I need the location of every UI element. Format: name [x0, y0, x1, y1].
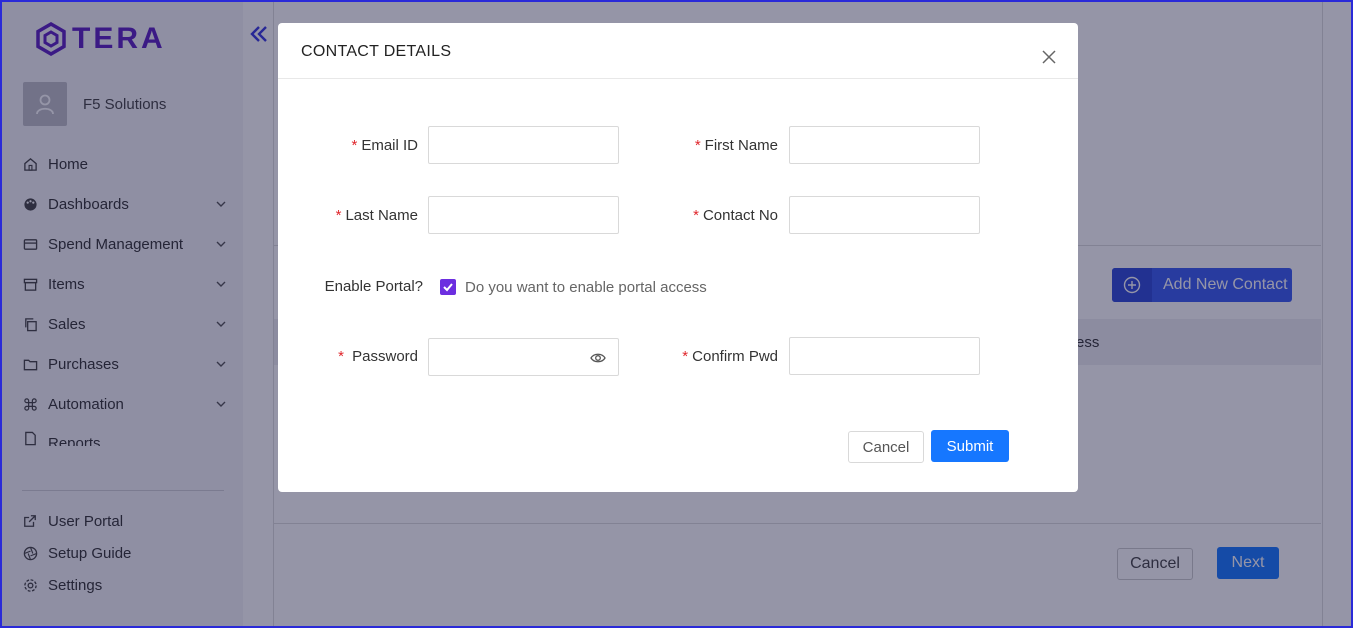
- email-id-label: * Email ID: [318, 137, 418, 154]
- required-marker: *: [682, 348, 689, 365]
- first-name-label-text: First Name: [704, 137, 778, 154]
- last-name-label: * Last Name: [318, 207, 418, 224]
- password-label: * Password: [318, 348, 418, 365]
- first-name-label: * First Name: [668, 137, 778, 154]
- first-name-field[interactable]: [789, 126, 980, 164]
- required-marker: *: [693, 207, 699, 224]
- enable-portal-label: Enable Portal?: [324, 278, 423, 295]
- required-marker: *: [338, 348, 344, 365]
- enable-portal-checkbox[interactable]: [440, 279, 456, 295]
- contact-no-label-text: Contact No: [702, 207, 778, 224]
- last-name-label-text: Last Name: [345, 207, 418, 224]
- app-window: TERA F5 Solutions Home Dashboards Spend …: [0, 0, 1353, 628]
- confirm-pwd-label: * Confirm Pwd: [668, 348, 778, 365]
- modal-cancel-button[interactable]: Cancel: [848, 431, 924, 463]
- confirm-pwd-input[interactable]: [790, 338, 979, 374]
- email-id-field[interactable]: [428, 126, 619, 164]
- last-name-input[interactable]: [429, 197, 618, 233]
- confirm-pwd-label-text: Confirm Pwd: [692, 348, 778, 365]
- modal-header: CONTACT DETAILS: [278, 23, 1078, 79]
- enable-portal-checkbox-label[interactable]: Do you want to enable portal access: [465, 279, 707, 296]
- close-icon[interactable]: [1040, 48, 1058, 66]
- contact-no-field[interactable]: [789, 196, 980, 234]
- confirm-pwd-field[interactable]: [789, 337, 980, 375]
- required-marker: *: [694, 137, 701, 154]
- contact-no-label: * Contact No: [668, 207, 778, 224]
- modal-title: CONTACT DETAILS: [301, 43, 452, 60]
- eye-icon[interactable]: [590, 351, 606, 365]
- password-field[interactable]: [428, 338, 619, 376]
- last-name-field[interactable]: [428, 196, 619, 234]
- submit-button[interactable]: Submit: [931, 430, 1009, 462]
- first-name-input[interactable]: [790, 127, 979, 163]
- password-label-text: Password: [352, 348, 418, 365]
- email-id-input[interactable]: [429, 127, 618, 163]
- email-id-label-text: Email ID: [361, 137, 418, 154]
- contact-no-input[interactable]: [790, 197, 979, 233]
- contact-details-modal: CONTACT DETAILS * Email ID * First Name * L…: [278, 23, 1078, 492]
- required-marker: *: [335, 207, 342, 224]
- checkmark-icon: [443, 283, 453, 292]
- required-marker: *: [351, 137, 358, 154]
